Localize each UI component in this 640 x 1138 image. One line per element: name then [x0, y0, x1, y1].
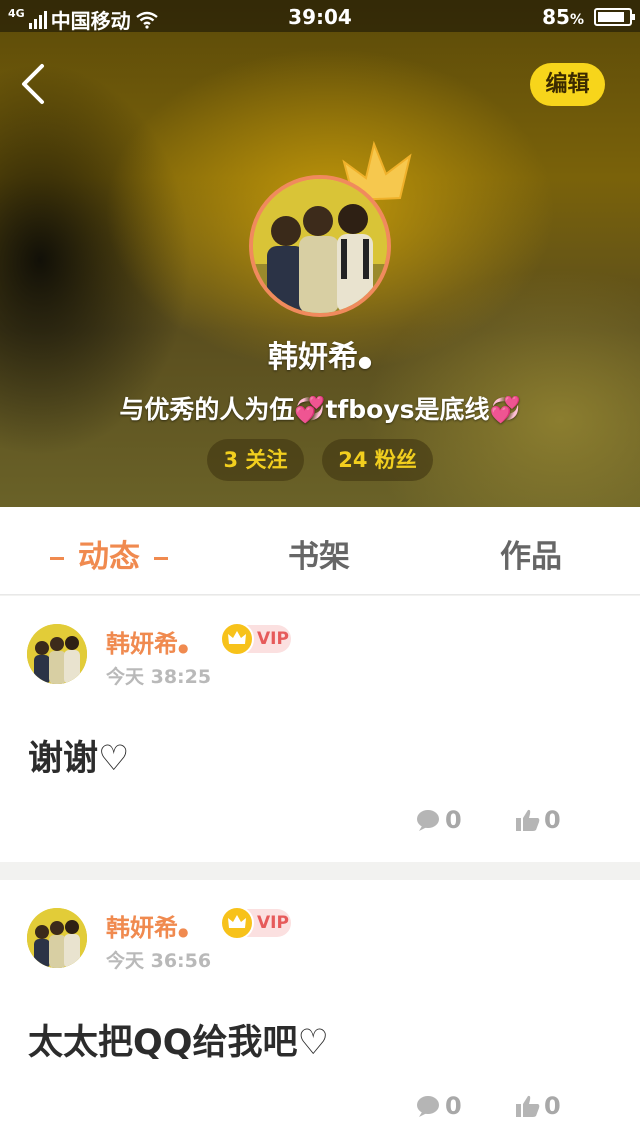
- back-button[interactable]: [16, 62, 56, 106]
- feed-post[interactable]: 韩妍希● VIP 今天 36:56 太太把QQ给我吧♡ 0 0: [0, 880, 640, 1138]
- thumbs-up-icon: [516, 1095, 540, 1117]
- profile-avatar[interactable]: [249, 175, 391, 317]
- fans-count-button[interactable]: 24 粉丝: [322, 439, 433, 481]
- comment-button[interactable]: 0: [416, 806, 462, 834]
- status-right: 85%: [542, 5, 635, 29]
- post-content: 太太把QQ给我吧♡: [28, 1023, 329, 1063]
- tab-feed-label: 动态: [78, 539, 140, 575]
- profile-header: 4G 中国移动 39:04 85% 编辑 韩妍希● 与优秀的人为伍💞tfboys…: [0, 0, 640, 507]
- like-count: 0: [544, 806, 561, 834]
- username-text: 韩妍希: [268, 340, 359, 375]
- tab-active-indicator-right: [154, 557, 168, 560]
- profile-bio: 与优秀的人为伍💞tfboys是底线💞: [119, 395, 521, 424]
- battery-fill: [598, 12, 624, 22]
- post-author-avatar[interactable]: [27, 624, 87, 684]
- avatar-photo: [27, 624, 87, 684]
- profile-tabs: 动态 书架 作品: [0, 507, 640, 595]
- vip-badge: VIP: [220, 906, 291, 940]
- post-content: 谢谢♡: [28, 739, 130, 779]
- tab-works[interactable]: 作品: [500, 531, 562, 576]
- author-text: 韩妍希: [106, 914, 178, 942]
- post-author-name[interactable]: 韩妍希●: [106, 908, 188, 943]
- following-count-button[interactable]: 3 关注: [207, 439, 304, 481]
- tab-active-indicator-left: [50, 557, 64, 560]
- comment-icon: [417, 1096, 439, 1117]
- author-text: 韩妍希: [106, 630, 178, 658]
- tab-feed[interactable]: 动态: [36, 531, 182, 576]
- comment-count: 0: [445, 806, 462, 834]
- battery-icon: [594, 8, 635, 26]
- edit-profile-button[interactable]: 编辑: [530, 63, 605, 106]
- vip-badge: VIP: [220, 622, 291, 656]
- vip-label: VIP: [257, 913, 289, 933]
- like-button[interactable]: 0: [515, 806, 561, 834]
- battery-percent: 85%: [542, 5, 584, 29]
- vip-crown-icon: [220, 622, 254, 656]
- avatar-photo: [253, 179, 387, 313]
- vip-crown-icon: [220, 906, 254, 940]
- comment-icon: [417, 810, 439, 831]
- post-timestamp: 今天 38:25: [106, 666, 212, 688]
- profile-username: 韩妍希●: [268, 340, 372, 375]
- comment-count: 0: [445, 1092, 462, 1120]
- like-count: 0: [544, 1092, 561, 1120]
- post-timestamp: 今天 36:56: [106, 950, 212, 972]
- like-button[interactable]: 0: [515, 1092, 561, 1120]
- thumbs-up-icon: [516, 809, 540, 831]
- tab-bookshelf[interactable]: 书架: [288, 531, 350, 576]
- chevron-left-icon: [22, 64, 44, 104]
- comment-button[interactable]: 0: [416, 1092, 462, 1120]
- feed-post[interactable]: 韩妍希● VIP 今天 38:25 谢谢♡ 0 0: [0, 596, 640, 862]
- post-author-name[interactable]: 韩妍希●: [106, 624, 188, 659]
- post-author-avatar[interactable]: [27, 908, 87, 968]
- vip-label: VIP: [257, 629, 289, 649]
- status-bar: 4G 中国移动 39:04 85%: [0, 0, 640, 33]
- avatar-photo: [27, 908, 87, 968]
